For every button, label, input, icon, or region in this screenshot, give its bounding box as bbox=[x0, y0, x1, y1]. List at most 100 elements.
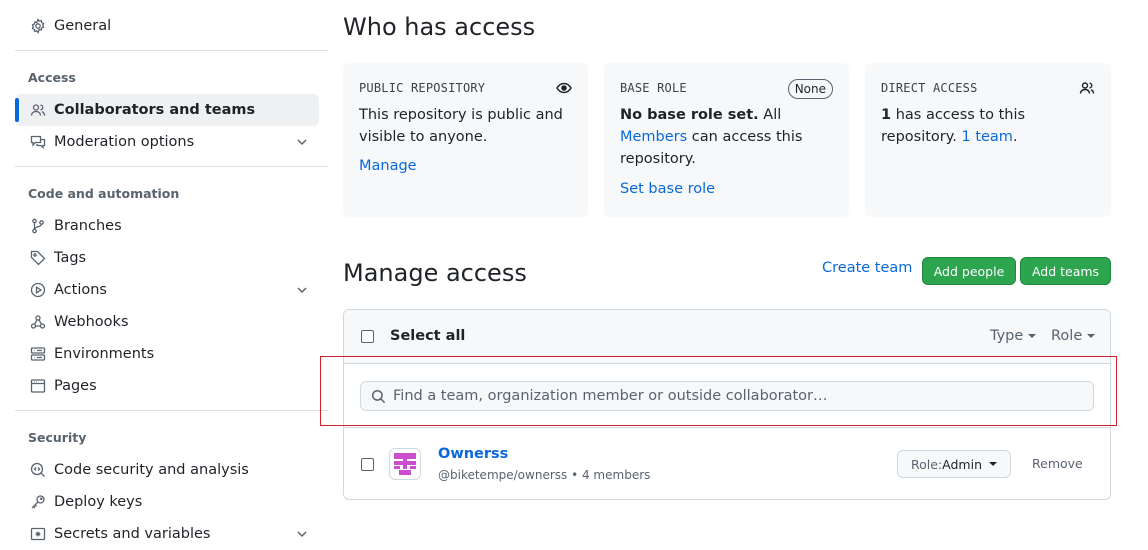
sidebar-item-label: General bbox=[54, 18, 112, 34]
team-avatar bbox=[389, 448, 421, 480]
people-icon bbox=[30, 102, 46, 118]
sidebar-item-label: Deploy keys bbox=[54, 494, 143, 510]
card-body: No base role set. All Members can access… bbox=[620, 104, 802, 170]
add-people-button[interactable]: Add people bbox=[922, 257, 1016, 285]
team-handle: @biketempe/ownerss bbox=[438, 468, 568, 482]
card-text-line: visible to anyone. bbox=[359, 129, 488, 145]
sidebar-item-collaborators[interactable]: Collaborators and teams bbox=[15, 94, 319, 126]
section-title-access: Access bbox=[28, 70, 76, 85]
base-role-badge: None bbox=[787, 79, 833, 99]
text: can access this bbox=[687, 129, 803, 145]
dropdown-label: Type bbox=[990, 328, 1024, 344]
sidebar-item-branches[interactable]: Branches bbox=[15, 210, 319, 242]
sidebar-item-code-security[interactable]: Code security and analysis bbox=[15, 454, 319, 486]
sidebar-item-label: Environments bbox=[54, 346, 155, 362]
add-teams-button[interactable]: Add teams bbox=[1020, 257, 1111, 285]
dropdown-label: Role bbox=[1051, 328, 1083, 344]
sidebar-item-label: Actions bbox=[54, 282, 107, 298]
team-name-link[interactable]: Ownerss bbox=[438, 446, 508, 462]
manage-access-title: Manage access bbox=[343, 259, 527, 287]
chevron-down-icon bbox=[295, 135, 309, 149]
codescan-icon bbox=[30, 462, 46, 478]
text: All bbox=[758, 107, 782, 123]
chevron-down-icon bbox=[295, 527, 309, 541]
caret-down-icon bbox=[989, 462, 997, 466]
card-body: 1 has access to this repository. 1 team. bbox=[881, 104, 1025, 148]
sidebar-item-pages[interactable]: Pages bbox=[15, 370, 319, 402]
sidebar-item-label: Pages bbox=[54, 378, 97, 394]
create-team-link[interactable]: Create team bbox=[822, 260, 912, 276]
git-branch-icon bbox=[30, 218, 46, 234]
team-members-count: 4 members bbox=[581, 468, 651, 482]
gear-icon bbox=[30, 18, 46, 34]
team-meta: @biketempe/ownerss • 4 members bbox=[438, 468, 650, 482]
sidebar-item-moderation[interactable]: Moderation options bbox=[15, 126, 319, 158]
card-text-line: repository. 1 team. bbox=[881, 126, 1025, 148]
divider bbox=[15, 410, 328, 411]
key-asterisk-icon bbox=[30, 526, 46, 542]
remove-button[interactable]: Remove bbox=[1032, 456, 1083, 471]
sidebar-item-tags[interactable]: Tags bbox=[15, 242, 319, 274]
sidebar-item-deploy-keys[interactable]: Deploy keys bbox=[15, 486, 319, 518]
public-repository-card: PUBLIC REPOSITORY This repository is pub… bbox=[343, 63, 588, 217]
text: has access to this bbox=[891, 107, 1026, 123]
card-text-line: This repository is public and bbox=[359, 107, 563, 123]
sidebar-item-general[interactable]: General bbox=[15, 10, 319, 42]
direct-count: 1 bbox=[881, 107, 892, 123]
card-label: BASE ROLE bbox=[620, 81, 687, 95]
sidebar-item-label: Branches bbox=[54, 218, 122, 234]
card-text-line: 1 has access to this bbox=[881, 104, 1025, 126]
select-all-label: Select all bbox=[390, 328, 466, 344]
tag-icon bbox=[30, 250, 46, 266]
card-label: DIRECT ACCESS bbox=[881, 81, 978, 95]
browser-icon bbox=[30, 378, 46, 394]
role-prefix: Role: bbox=[911, 456, 943, 472]
key-icon bbox=[30, 494, 46, 510]
sidebar-item-secrets[interactable]: Secrets and variables bbox=[15, 518, 319, 550]
search-icon bbox=[371, 389, 386, 404]
card-text-line: No base role set. All bbox=[620, 104, 802, 126]
sidebar-item-webhooks[interactable]: Webhooks bbox=[15, 306, 319, 338]
base-role-bold: No base role set. bbox=[620, 107, 759, 123]
comment-discussion-icon bbox=[30, 134, 46, 150]
sidebar-item-environments[interactable]: Environments bbox=[15, 338, 319, 370]
play-icon bbox=[30, 282, 46, 298]
sidebar-item-actions[interactable]: Actions bbox=[15, 274, 319, 306]
sidebar-item-label: Moderation options bbox=[54, 134, 195, 150]
one-team-link[interactable]: 1 team bbox=[961, 129, 1012, 145]
eye-icon bbox=[556, 80, 572, 96]
server-icon bbox=[30, 346, 46, 362]
set-base-role-link[interactable]: Set base role bbox=[620, 181, 715, 197]
card-text-line: Members can access this bbox=[620, 126, 802, 148]
who-has-access-title: Who has access bbox=[343, 13, 536, 41]
member-search-input[interactable] bbox=[393, 388, 1083, 404]
type-filter-dropdown[interactable]: Type bbox=[990, 328, 1037, 344]
manage-link[interactable]: Manage bbox=[359, 158, 417, 174]
select-all-checkbox[interactable] bbox=[361, 330, 374, 343]
caret-down-icon bbox=[1087, 334, 1096, 338]
sidebar-item-label: Code security and analysis bbox=[54, 462, 249, 478]
divider bbox=[15, 50, 328, 51]
separator: • bbox=[567, 468, 582, 482]
chevron-down-icon bbox=[295, 283, 309, 297]
access-list-header: Select all Type Role bbox=[344, 310, 1110, 364]
row-checkbox[interactable] bbox=[361, 458, 374, 471]
sidebar-item-label: Secrets and variables bbox=[54, 526, 211, 542]
sidebar-item-label: Webhooks bbox=[54, 314, 129, 330]
card-text-line: repository. bbox=[620, 151, 696, 167]
direct-access-card: DIRECT ACCESS 1 has access to this repos… bbox=[865, 63, 1111, 217]
member-search bbox=[360, 381, 1094, 411]
role-filter-dropdown[interactable]: Role bbox=[1051, 328, 1096, 344]
section-title-code: Code and automation bbox=[28, 186, 180, 201]
card-body: This repository is public and visible to… bbox=[359, 104, 563, 148]
caret-down-icon bbox=[1028, 334, 1037, 338]
webhook-icon bbox=[30, 314, 46, 330]
role-select-button[interactable]: Role: Admin bbox=[897, 450, 1011, 478]
role-value: Admin bbox=[942, 456, 982, 472]
text: . bbox=[1012, 129, 1018, 145]
members-link[interactable]: Members bbox=[620, 129, 687, 145]
people-icon bbox=[1079, 80, 1095, 96]
access-list: Select all Type Role Ownerss @biketempe/… bbox=[343, 309, 1111, 500]
text: repository. bbox=[881, 129, 962, 145]
sidebar-item-label: Collaborators and teams bbox=[54, 102, 256, 118]
